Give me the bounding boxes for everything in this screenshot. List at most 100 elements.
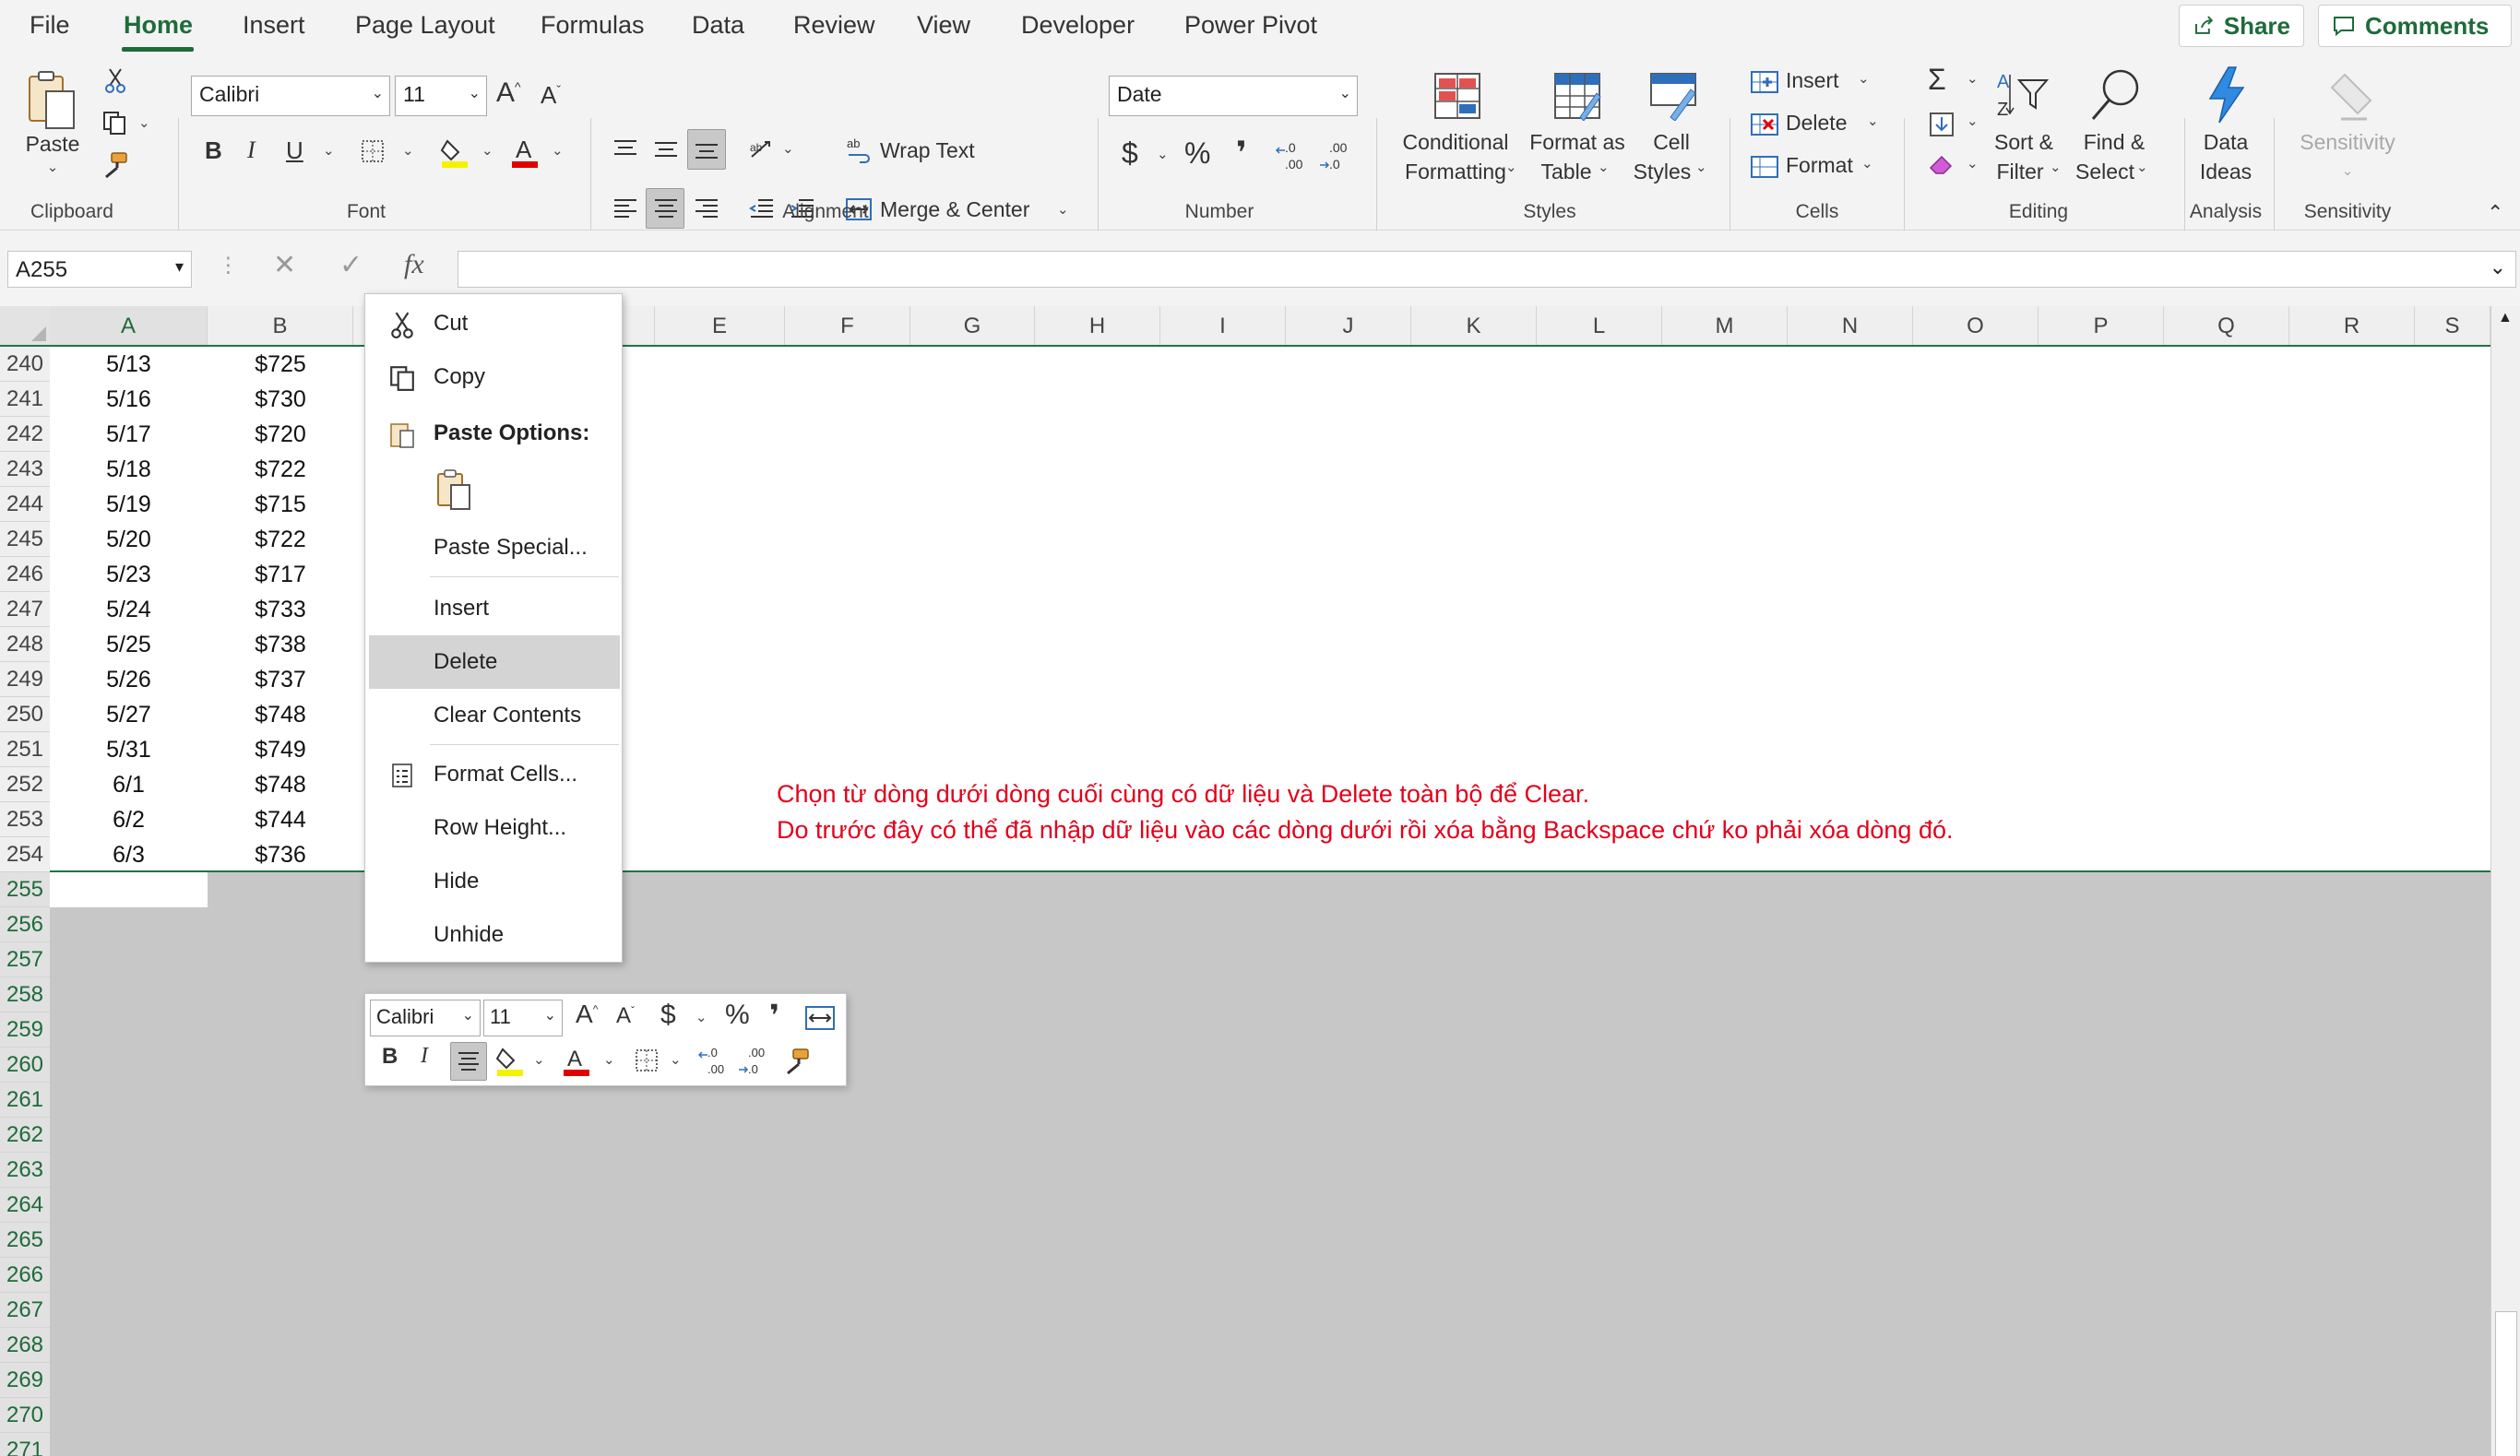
tab-data[interactable]: Data [692, 11, 744, 40]
column-header-k[interactable]: K [1411, 306, 1537, 345]
number-format-combo[interactable]: Date ⌄ [1109, 76, 1358, 116]
cell-styles-label-1[interactable]: Cell [1653, 127, 1690, 157]
conditional-formatting-label-1[interactable]: Conditional [1402, 127, 1508, 157]
row-header-selected[interactable]: 259 [0, 1012, 50, 1048]
insert-function-icon[interactable]: fx [404, 249, 424, 280]
align-top-icon[interactable] [607, 131, 644, 168]
cell-price[interactable]: $744 [208, 802, 353, 837]
tab-formulas[interactable]: Formulas [541, 11, 645, 40]
sensitivity-icon[interactable] [2323, 65, 2378, 125]
column-header-o[interactable]: O [1913, 306, 2039, 345]
mini-increase-decimal-icon[interactable]: .0.00 [697, 1042, 732, 1079]
mini-align-center-icon[interactable] [452, 1044, 485, 1079]
menu-item-cut[interactable]: Cut [369, 297, 620, 350]
collapse-ribbon-icon[interactable]: ⌃ [2487, 201, 2503, 225]
format-as-table-label-2[interactable]: Table [1541, 157, 1592, 186]
cell-date[interactable]: 5/17 [50, 417, 208, 452]
cell-price[interactable]: $737 [208, 662, 353, 697]
cell-price[interactable]: $722 [208, 452, 353, 487]
merge-center-label[interactable]: Merge & Center [880, 197, 1029, 222]
conditional-formatting-icon[interactable] [1432, 70, 1483, 122]
row-header-selected[interactable]: 267 [0, 1293, 50, 1328]
decrease-font-size-icon[interactable]: Aˇ [541, 81, 561, 110]
font-color-dropdown-icon[interactable]: ⌄ [552, 142, 564, 159]
fill-dropdown-icon[interactable]: ⌄ [1967, 112, 1979, 129]
menu-item-unhide[interactable]: Unhide [369, 908, 620, 962]
row-header-selected[interactable]: 269 [0, 1363, 50, 1398]
column-header-f[interactable]: F [785, 306, 910, 345]
column-header-j[interactable]: J [1286, 306, 1411, 345]
menu-item-copy[interactable]: Copy [369, 350, 620, 404]
decrease-indent-icon[interactable] [743, 190, 780, 227]
menu-item-row-height[interactable]: Row Height... [369, 801, 620, 855]
delete-cells-label[interactable]: Delete [1786, 111, 1847, 136]
cell-price[interactable]: $717 [208, 557, 353, 592]
sort-filter-icon[interactable]: AZ [1992, 66, 2051, 125]
format-cells-icon[interactable] [1749, 151, 1780, 183]
underline-dropdown-icon[interactable]: ⌄ [323, 142, 335, 159]
bold-button[interactable]: B [205, 136, 222, 165]
sensitivity-dropdown-icon[interactable]: ⌄ [2342, 157, 2354, 186]
row-header[interactable]: 254 [0, 837, 50, 872]
cell-styles-icon[interactable] [1647, 70, 1699, 122]
row-header[interactable]: 240 [0, 347, 50, 382]
mini-fill-color-icon[interactable] [494, 1042, 526, 1079]
row-header[interactable]: 243 [0, 452, 50, 487]
cell-date[interactable]: 6/3 [50, 837, 208, 872]
find-select-icon[interactable] [2085, 65, 2146, 125]
row-header[interactable]: 249 [0, 662, 50, 697]
cell-price[interactable]: $748 [208, 697, 353, 732]
find-select-label-2[interactable]: Select [2075, 157, 2134, 186]
row-header-selected[interactable]: 262 [0, 1118, 50, 1153]
align-center-icon[interactable] [648, 190, 684, 227]
row-header-selected[interactable]: 270 [0, 1398, 50, 1433]
row-header-selected[interactable]: 261 [0, 1083, 50, 1118]
row-header[interactable]: 245 [0, 522, 50, 557]
row-header-selected[interactable]: 265 [0, 1223, 50, 1258]
borders-icon[interactable] [358, 136, 387, 166]
row-header[interactable]: 247 [0, 592, 50, 627]
italic-button[interactable]: I [247, 136, 256, 164]
column-header-b[interactable]: B [208, 306, 353, 345]
align-bottom-icon[interactable] [688, 131, 725, 168]
cancel-entry-icon[interactable]: ✕ [273, 249, 296, 281]
tab-home[interactable]: Home [124, 11, 193, 40]
fill-icon[interactable] [1926, 109, 1957, 140]
cell-date[interactable]: 5/20 [50, 522, 208, 557]
insert-cells-label[interactable]: Insert [1786, 68, 1839, 93]
wrap-text-label[interactable]: Wrap Text [880, 138, 975, 163]
row-header-selected[interactable]: 271 [0, 1433, 50, 1456]
format-cells-label[interactable]: Format [1786, 153, 1853, 178]
increase-decimal-icon[interactable]: .0.00 [1275, 138, 1310, 173]
menu-item-paste-special[interactable]: Paste Special... [369, 521, 620, 574]
menu-item-delete[interactable]: Delete [369, 635, 620, 689]
row-header[interactable]: 242 [0, 417, 50, 452]
align-right-icon[interactable] [688, 190, 725, 227]
format-painter-icon[interactable] [96, 149, 133, 181]
insert-cells-dropdown-icon[interactable]: ⌄ [1858, 70, 1870, 87]
sort-filter-label-1[interactable]: Sort & [1994, 127, 2053, 157]
column-header-i[interactable]: I [1160, 306, 1286, 345]
mini-decrease-decimal-icon[interactable]: .00.0 [736, 1042, 771, 1079]
row-header[interactable]: 244 [0, 487, 50, 522]
row-header-selected[interactable]: 263 [0, 1153, 50, 1188]
cell-price[interactable]: $722 [208, 522, 353, 557]
cell-date[interactable]: 5/26 [50, 662, 208, 697]
mini-comma-icon[interactable]: ❜ [769, 998, 779, 1033]
menu-item-format-cells[interactable]: Format Cells... [369, 748, 620, 801]
paste-icon[interactable] [24, 68, 81, 133]
mini-decrease-font-icon[interactable]: Aˇ [616, 1003, 635, 1029]
row-header-selected[interactable]: 256 [0, 907, 50, 942]
tab-page-layout[interactable]: Page Layout [355, 11, 495, 40]
font-name-combo[interactable]: Calibri ⌄ [191, 76, 390, 116]
menu-item-hide[interactable]: Hide [369, 855, 620, 908]
tab-developer[interactable]: Developer [1021, 11, 1135, 40]
format-as-table-icon[interactable] [1551, 70, 1603, 122]
name-box-dropdown-icon[interactable]: ▾ [175, 257, 184, 277]
row-header-selected[interactable]: 264 [0, 1188, 50, 1223]
row-header[interactable]: 252 [0, 767, 50, 802]
mini-bold-button[interactable]: B [382, 1044, 398, 1070]
cell-date[interactable]: 5/13 [50, 347, 208, 382]
currency-dropdown-icon[interactable]: ⌄ [1157, 146, 1169, 162]
cell-date[interactable]: 5/19 [50, 487, 208, 522]
